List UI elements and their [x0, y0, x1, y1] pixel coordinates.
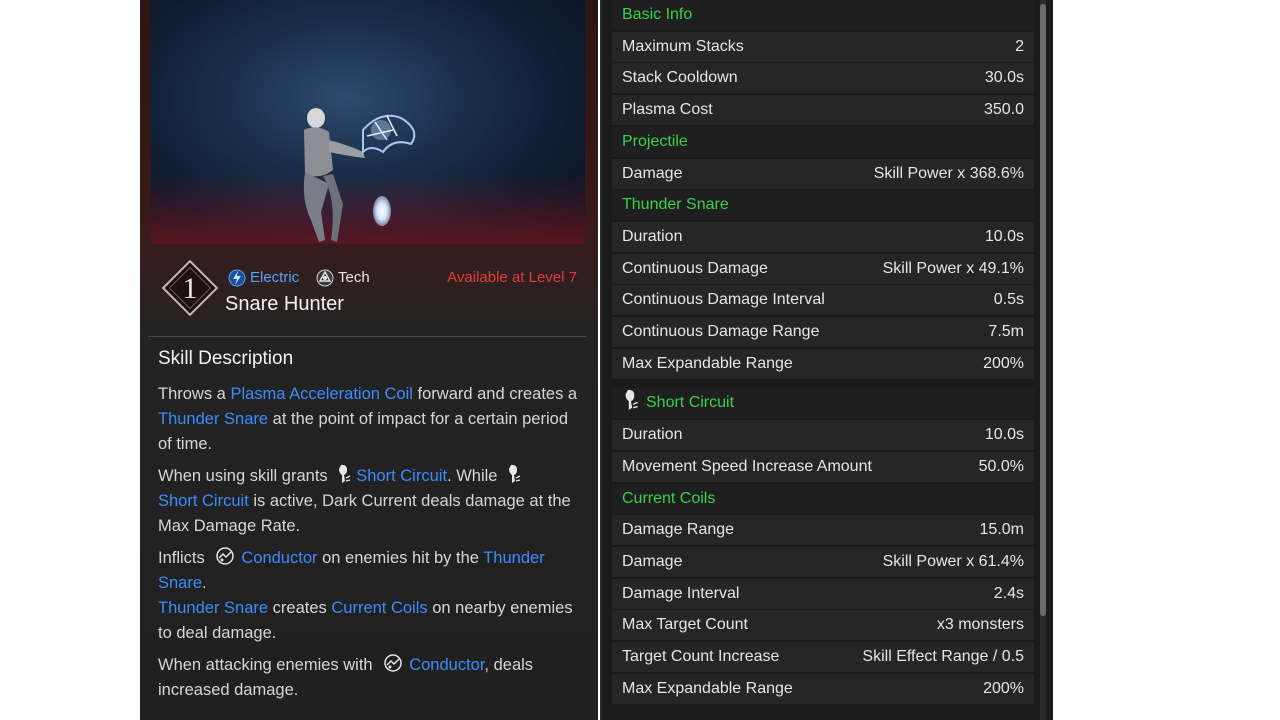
stat-row: Stack Cooldown 30.0s	[612, 63, 1034, 94]
short-circuit-icon	[509, 464, 521, 483]
skill-preview-video[interactable]	[151, 0, 585, 244]
stat-row: Duration 10.0s	[612, 221, 1034, 252]
stat-label: Stack Cooldown	[622, 69, 738, 87]
stat-label: Movement Speed Increase Amount	[622, 457, 872, 475]
stat-value: 10.0s	[984, 426, 1024, 444]
keyword-link[interactable]: Short Circuit	[356, 467, 447, 485]
stat-row: Duration 10.0s	[612, 420, 1034, 451]
stat-row: Max Target Count x3 monsters	[612, 610, 1034, 641]
stat-label: Duration	[622, 227, 683, 245]
stat-value: 350.0	[983, 101, 1024, 119]
element-tag: Electric	[228, 268, 299, 288]
description-title: Skill Description	[158, 348, 294, 369]
keyword-link[interactable]: Conductor	[409, 656, 484, 674]
stat-label: Duration	[622, 426, 683, 444]
stat-row: Plasma Cost 350.0	[612, 95, 1034, 126]
keyword-link[interactable]: Short Circuit	[158, 492, 249, 510]
short-circuit-icon	[625, 390, 638, 411]
stat-label: Max Expandable Range	[622, 354, 793, 372]
stat-label: Continuous Damage Range	[622, 323, 820, 340]
stat-value: x3 monsters	[936, 616, 1024, 634]
stat-label: Plasma Cost	[622, 101, 713, 119]
stat-label: Damage	[622, 552, 683, 570]
stats-scrollbar-thumb[interactable]	[1040, 4, 1046, 616]
conductor-icon	[384, 654, 402, 672]
stat-row: Damage Skill Power x 61.4%	[612, 546, 1034, 577]
stat-value: 30.0s	[984, 69, 1024, 87]
stat-label: Damage	[622, 164, 683, 182]
stat-value: Skill Power x 61.4%	[882, 552, 1024, 570]
stat-section-header: Current Coils	[612, 483, 1034, 514]
skill-stats-panel[interactable]: Basic Info Maximum Stacks 2 Stack Cooldown 3…	[600, 0, 1053, 720]
stat-value: 2.4s	[993, 584, 1024, 602]
stat-value: 10.0s	[984, 227, 1024, 245]
skill-detail-panel: 1 Electric Tech Snare Hunter Available a…	[140, 0, 598, 720]
section-title: Short Circuit	[646, 394, 735, 412]
stat-row: Target Count Increase Skill Effect Range …	[612, 642, 1034, 672]
stat-section-header: Thunder Snare	[612, 190, 1034, 221]
skill-header: 1 Electric Tech Snare Hunter Available a…	[140, 244, 598, 336]
stat-value: 0.5s	[993, 291, 1024, 309]
type-tag: Tech	[316, 268, 370, 288]
stat-section-header: Basic Info	[612, 0, 1034, 30]
stat-section-header: Projectile	[612, 126, 1034, 157]
stat-value: 50.0%	[978, 457, 1024, 475]
stat-value: 2	[1015, 37, 1024, 55]
stat-value: Skill Power x 368.6%	[873, 164, 1024, 182]
stat-row: Continuous Damage Interval 0.5s	[612, 285, 1034, 316]
section-title: Thunder Snare	[622, 196, 729, 214]
skill-name: Snare Hunter	[225, 293, 344, 315]
electric-icon	[228, 269, 246, 287]
panel-divider	[600, 0, 602, 720]
stat-row: Movement Speed Increase Amount 50.0%	[612, 451, 1034, 482]
stat-value: Skill Power x 49.1%	[882, 259, 1024, 277]
stats-scrollbar[interactable]	[1040, 0, 1046, 720]
stat-row: Damage Skill Power x 368.6%	[612, 158, 1034, 189]
snare-light-glow	[373, 196, 391, 226]
description-paragraph: When attacking enemies with Conductor, d…	[158, 653, 578, 703]
stat-label: Max Expandable Range	[622, 679, 793, 697]
stat-value: 15.0m	[979, 521, 1024, 539]
stat-section-header: Short Circuit	[612, 388, 1034, 419]
stat-label: Max Target Count	[622, 616, 748, 634]
keyword-link[interactable]: Plasma Acceleration Coil	[230, 385, 413, 403]
stat-label: Maximum Stacks	[622, 37, 744, 55]
stat-value: 200%	[983, 354, 1024, 372]
keyword-link[interactable]: Conductor	[241, 549, 317, 567]
stat-row: Damage Interval 2.4s	[612, 578, 1034, 609]
stat-row: Maximum Stacks 2	[612, 31, 1034, 62]
stat-label: Continuous Damage Interval	[622, 291, 825, 309]
stat-label: Continuous Damage	[622, 259, 768, 277]
description-paragraph: When using skill grants Short Circuit. W…	[158, 464, 578, 539]
tech-icon	[316, 269, 334, 287]
availability-text: Available at Level 7	[447, 269, 577, 286]
keyword-link[interactable]: Thunder Snare	[158, 599, 268, 617]
skill-description: Throws a Plasma Acceleration Coil forwar…	[158, 382, 578, 710]
stat-row: Continuous Damage Range 7.5m	[612, 317, 1034, 347]
stat-label: Damage Range	[622, 521, 735, 539]
skill-slot-number: 1	[182, 272, 198, 305]
element-tag-label: Electric	[250, 269, 300, 286]
stat-row: Max Expandable Range 200%	[612, 673, 1034, 704]
type-tag-label: Tech	[338, 269, 370, 286]
stat-row: Damage Range 15.0m	[612, 515, 1034, 546]
keyword-link[interactable]: Thunder Snare	[158, 410, 268, 428]
stat-value: 200%	[983, 679, 1024, 697]
description-paragraph: Inflicts Conductor on enemies hit by the…	[158, 546, 578, 646]
stat-value: Skill Effect Range / 0.5	[862, 648, 1024, 665]
description-paragraph: Throws a Plasma Acceleration Coil forwar…	[158, 385, 578, 453]
stat-label: Target Count Increase	[622, 648, 780, 665]
section-title: Current Coils	[622, 489, 716, 507]
keyword-link[interactable]: Current Coils	[331, 599, 427, 617]
stat-label: Damage Interval	[622, 584, 740, 602]
section-title: Basic Info	[622, 6, 693, 23]
header-divider	[148, 336, 586, 337]
short-circuit-icon	[339, 464, 351, 483]
stat-row: Max Expandable Range 200%	[612, 348, 1034, 379]
section-title: Projectile	[622, 132, 688, 150]
stat-value: 7.5m	[988, 323, 1024, 340]
conductor-icon	[216, 547, 235, 565]
stat-row: Continuous Damage Skill Power x 49.1%	[612, 253, 1034, 284]
character-figure-illustration	[303, 108, 416, 242]
